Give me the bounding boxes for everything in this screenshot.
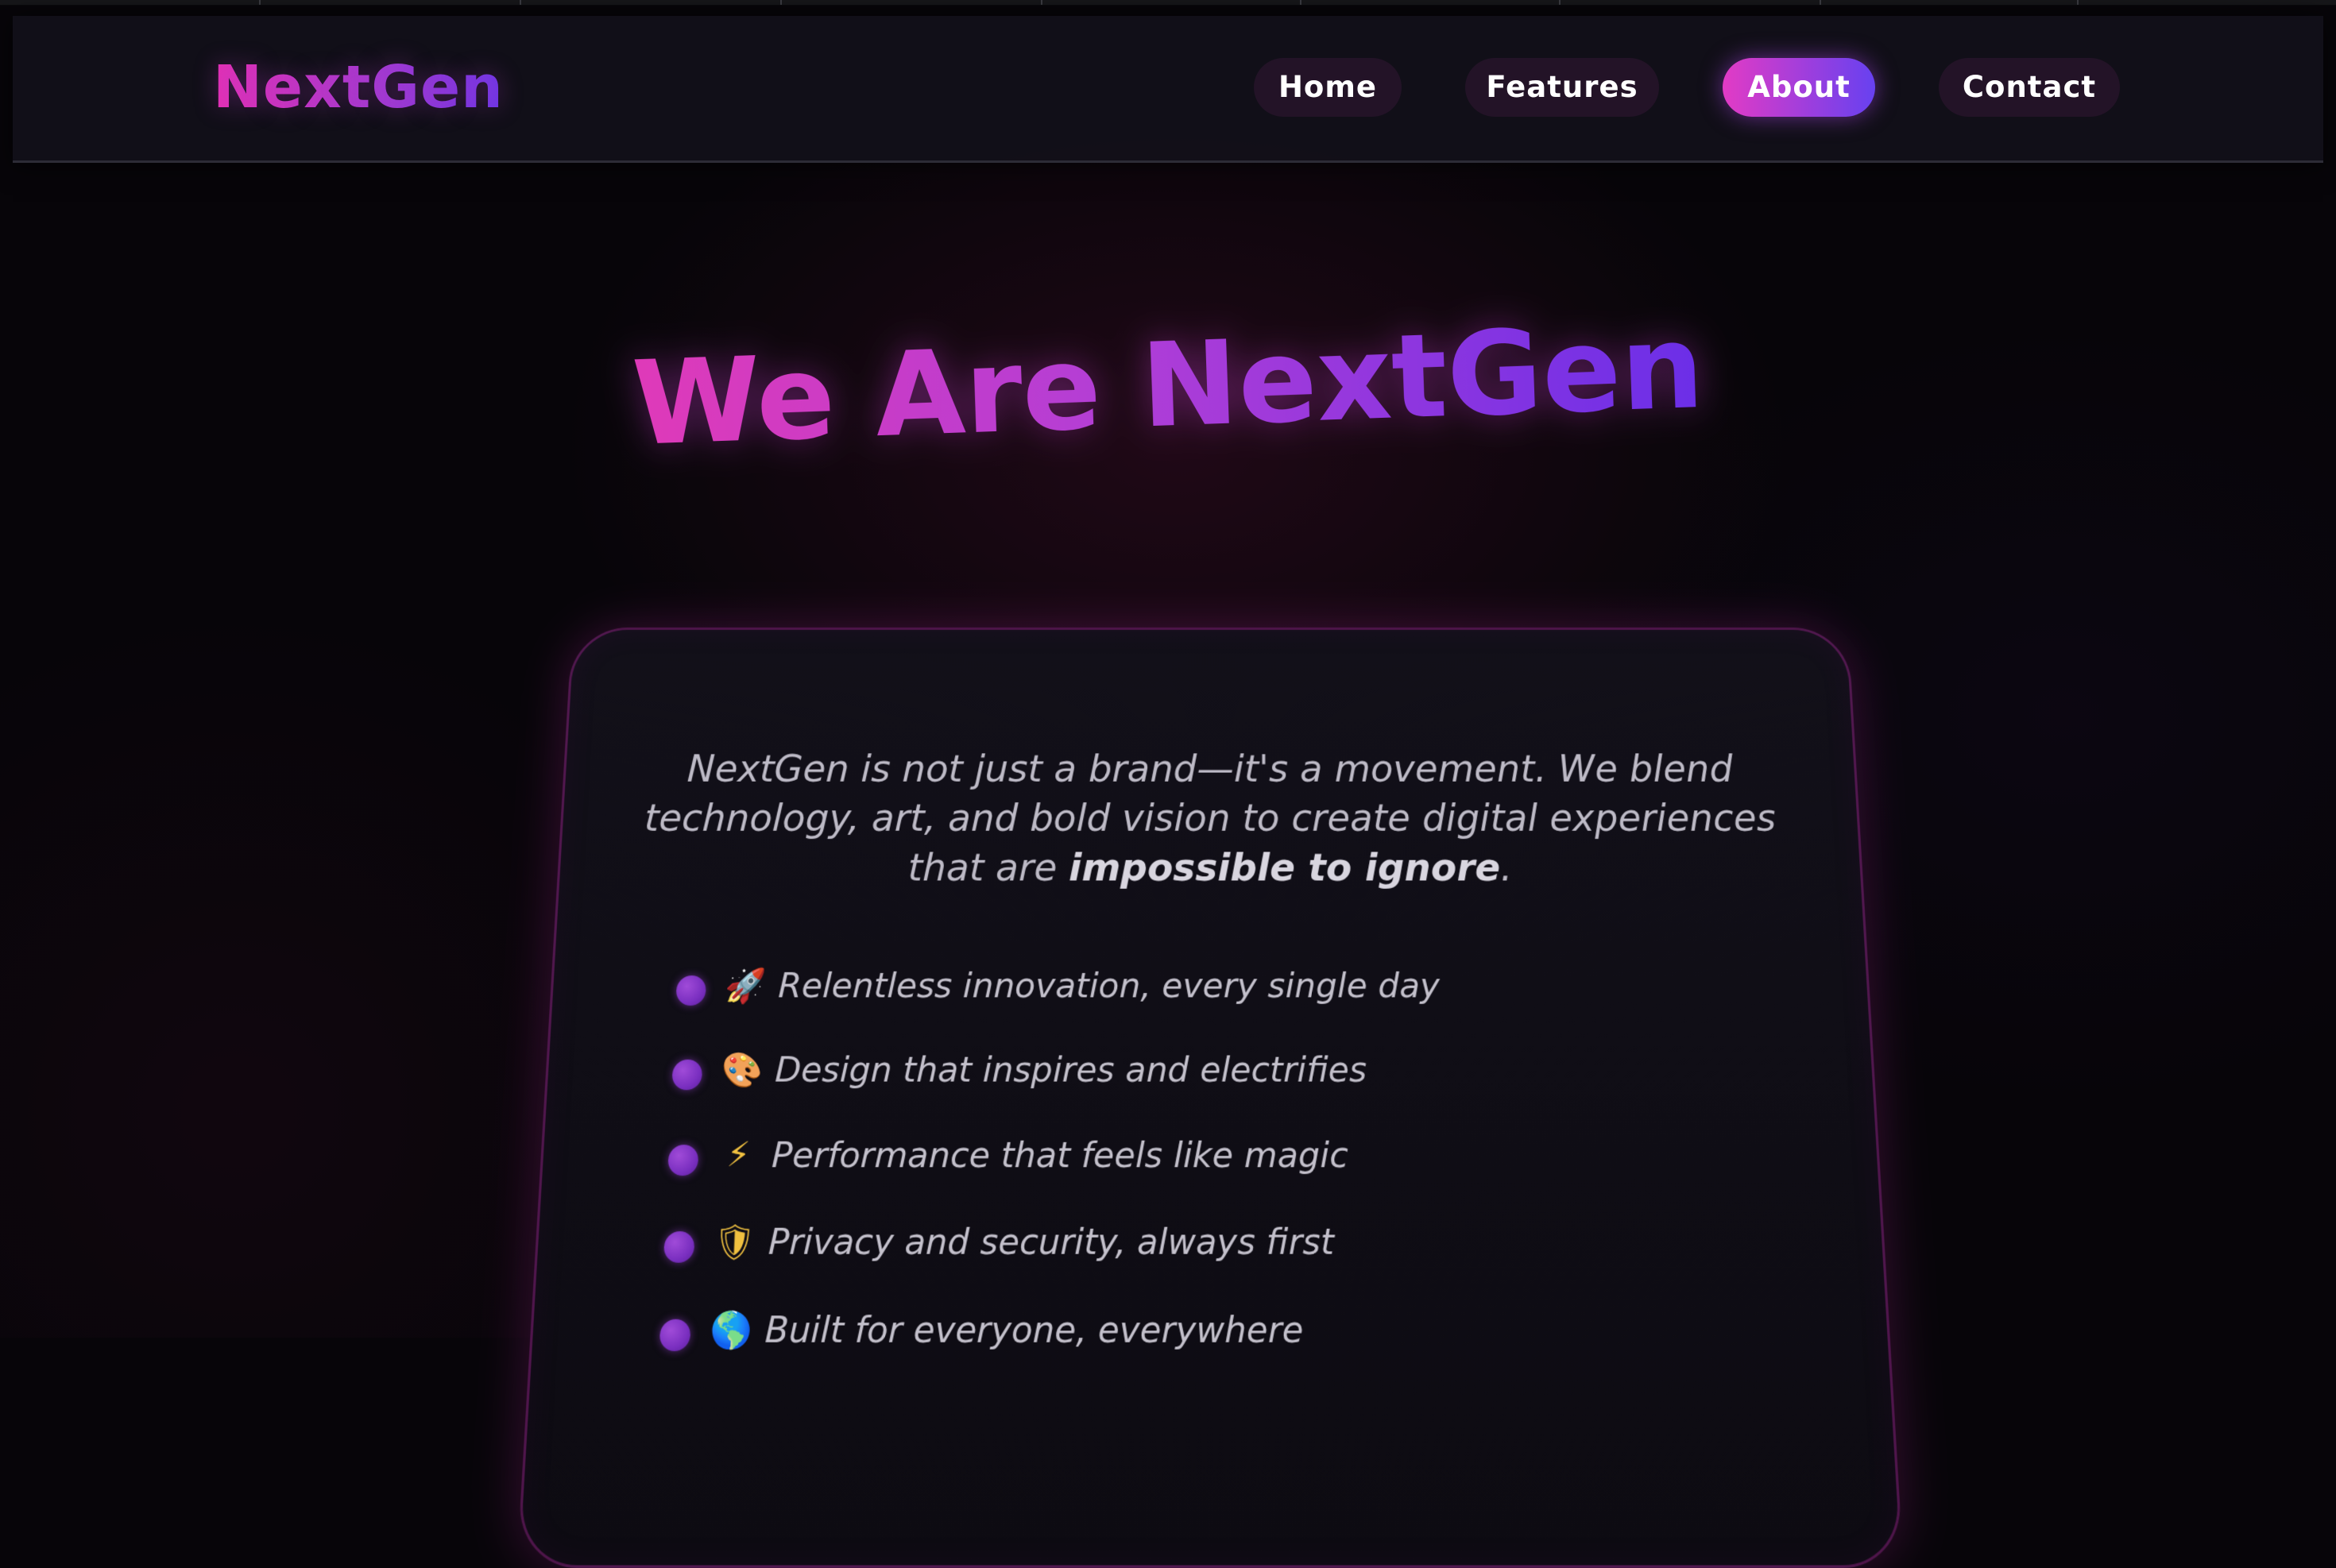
list-item: 🚀 Relentless innovation, every single da… — [675, 944, 1746, 1027]
rocket-icon: 🚀 — [724, 967, 767, 1006]
feature-text: Privacy and security, always first — [768, 1220, 1335, 1263]
about-intro-end: . — [1499, 845, 1513, 890]
bullet-dot — [663, 1231, 695, 1263]
globe-icon: 🌎 — [709, 1310, 753, 1351]
shield-icon: 🛡 — [712, 1222, 757, 1263]
feature-text: Relentless innovation, every single day — [777, 965, 1441, 1006]
feature-text: Performance that feels like magic — [771, 1134, 1349, 1176]
about-intro: NextGen is not just a brand—it's a movem… — [616, 744, 1804, 893]
feature-text: Design that inspires and electrifies — [774, 1049, 1367, 1091]
list-item: ⚡ Performance that feels like magic — [667, 1112, 1754, 1198]
nav-links: Home Features About Contact — [13, 58, 2323, 117]
nav-about-link[interactable]: About — [1723, 58, 1875, 117]
hero-title-text: We Are NextGen — [622, 299, 1714, 473]
list-item: 🛡 Privacy and security, always first — [662, 1198, 1758, 1285]
nav-home-link[interactable]: Home — [1254, 58, 1402, 117]
bullet-dot — [659, 1319, 691, 1351]
hero-title: We Are NextGen — [0, 273, 2336, 497]
bullet-dot — [667, 1145, 699, 1176]
nav-features-link[interactable]: Features — [1465, 58, 1659, 117]
bullet-dot — [675, 975, 707, 1006]
about-intro-emphasis: impossible to ignore — [1068, 845, 1501, 890]
lightning-icon: ⚡ — [725, 1135, 752, 1176]
navbar: NextGen Home Features About Contact — [13, 16, 2323, 163]
bullet-dot — [671, 1059, 703, 1091]
list-item: 🎨 Design that inspires and electrifies — [671, 1027, 1750, 1112]
feature-list: 🚀 Relentless innovation, every single da… — [658, 944, 1762, 1374]
about-card: NextGen is not just a brand—it's a movem… — [516, 628, 1904, 1568]
nav-contact-link[interactable]: Contact — [1939, 58, 2120, 117]
top-edge-strip — [0, 0, 2336, 6]
palette-icon: 🎨 — [720, 1050, 764, 1090]
feature-text: Built for everyone, everywhere — [764, 1308, 1304, 1351]
list-item: 🌎 Built for everyone, everywhere — [658, 1285, 1762, 1374]
